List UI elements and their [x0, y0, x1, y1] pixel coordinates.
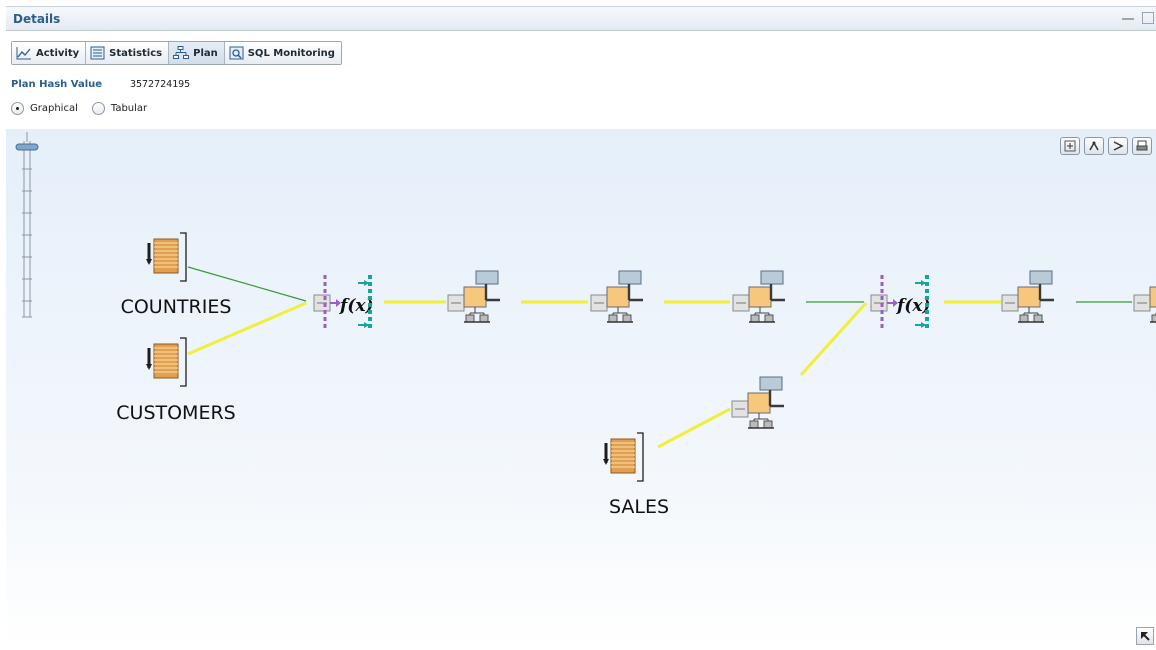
edge-heavy — [657, 407, 731, 449]
plan-hash-value: 3572724195 — [130, 79, 191, 90]
radio-graphical[interactable]: Graphical — [11, 102, 78, 115]
radio-unselected-icon[interactable] — [91, 102, 105, 115]
radio-selected-icon[interactable] — [11, 102, 24, 115]
plan-edges — [187, 266, 1132, 449]
tab-label: SQL Monitoring — [247, 47, 335, 59]
plan-tree-icon — [173, 46, 190, 59]
table-label-customers: CUSTOMERS — [116, 402, 236, 424]
tab-label: Activity — [36, 47, 80, 59]
tab-sql-monitoring[interactable]: SQL Monitoring — [224, 42, 341, 64]
fx-operation-node[interactable] — [869, 273, 933, 333]
plan-hash-label: Plan Hash Value — [11, 79, 103, 90]
sql-monitoring-icon — [229, 46, 244, 60]
maximize-icon[interactable] — [1142, 12, 1154, 24]
collapse-tree-icon[interactable] — [1108, 137, 1128, 155]
operation-node[interactable] — [446, 269, 502, 324]
zoom-slider[interactable] — [15, 132, 39, 318]
plan-graph: f(x) — [15, 132, 1156, 483]
zoom-slider-handle[interactable] — [15, 143, 39, 151]
table-node-sales[interactable] — [601, 431, 645, 483]
tab-activity[interactable]: Activity — [12, 42, 87, 64]
statistics-table-icon — [90, 46, 105, 60]
table-label-sales: SALES — [608, 496, 670, 518]
zoom-icon[interactable] — [1060, 137, 1080, 155]
minimize-icon[interactable] — [1122, 12, 1134, 24]
radio-tabular[interactable]: Tabular — [91, 102, 148, 115]
plan-graph-canvas[interactable]: f(x) COUNTRIES CUSTOMERS SALES — [6, 129, 1156, 650]
expand-tree-icon[interactable] — [1084, 137, 1104, 155]
table-node-customers[interactable] — [144, 336, 188, 388]
fx-operation-node[interactable] — [312, 273, 376, 333]
table-label-countries: COUNTRIES — [120, 296, 232, 318]
tab-plan[interactable]: Plan — [169, 42, 225, 64]
edge-heavy — [799, 301, 868, 377]
radio-label: Tabular — [110, 103, 148, 114]
tab-statistics[interactable]: Statistics — [86, 42, 170, 64]
operation-node[interactable] — [731, 269, 787, 324]
operation-node[interactable] — [1000, 269, 1056, 324]
tab-label: Plan — [193, 47, 218, 59]
operation-node[interactable] — [730, 375, 786, 430]
navigate-arrow-icon[interactable] — [1136, 627, 1154, 645]
panel-title: Details — [13, 12, 61, 26]
radio-label: Graphical — [30, 103, 78, 114]
operation-node[interactable] — [1132, 269, 1156, 324]
print-icon[interactable] — [1132, 137, 1152, 155]
table-node-countries[interactable] — [144, 231, 188, 283]
detail-tabs: Activity Statistics Plan SQL Monitoring — [11, 41, 342, 65]
view-mode-radio-group: Graphical Tabular — [11, 102, 161, 115]
tab-label: Statistics — [109, 47, 163, 59]
activity-chart-icon — [16, 47, 31, 60]
operation-node[interactable] — [589, 269, 645, 324]
details-panel-header: Details — [6, 6, 1156, 31]
